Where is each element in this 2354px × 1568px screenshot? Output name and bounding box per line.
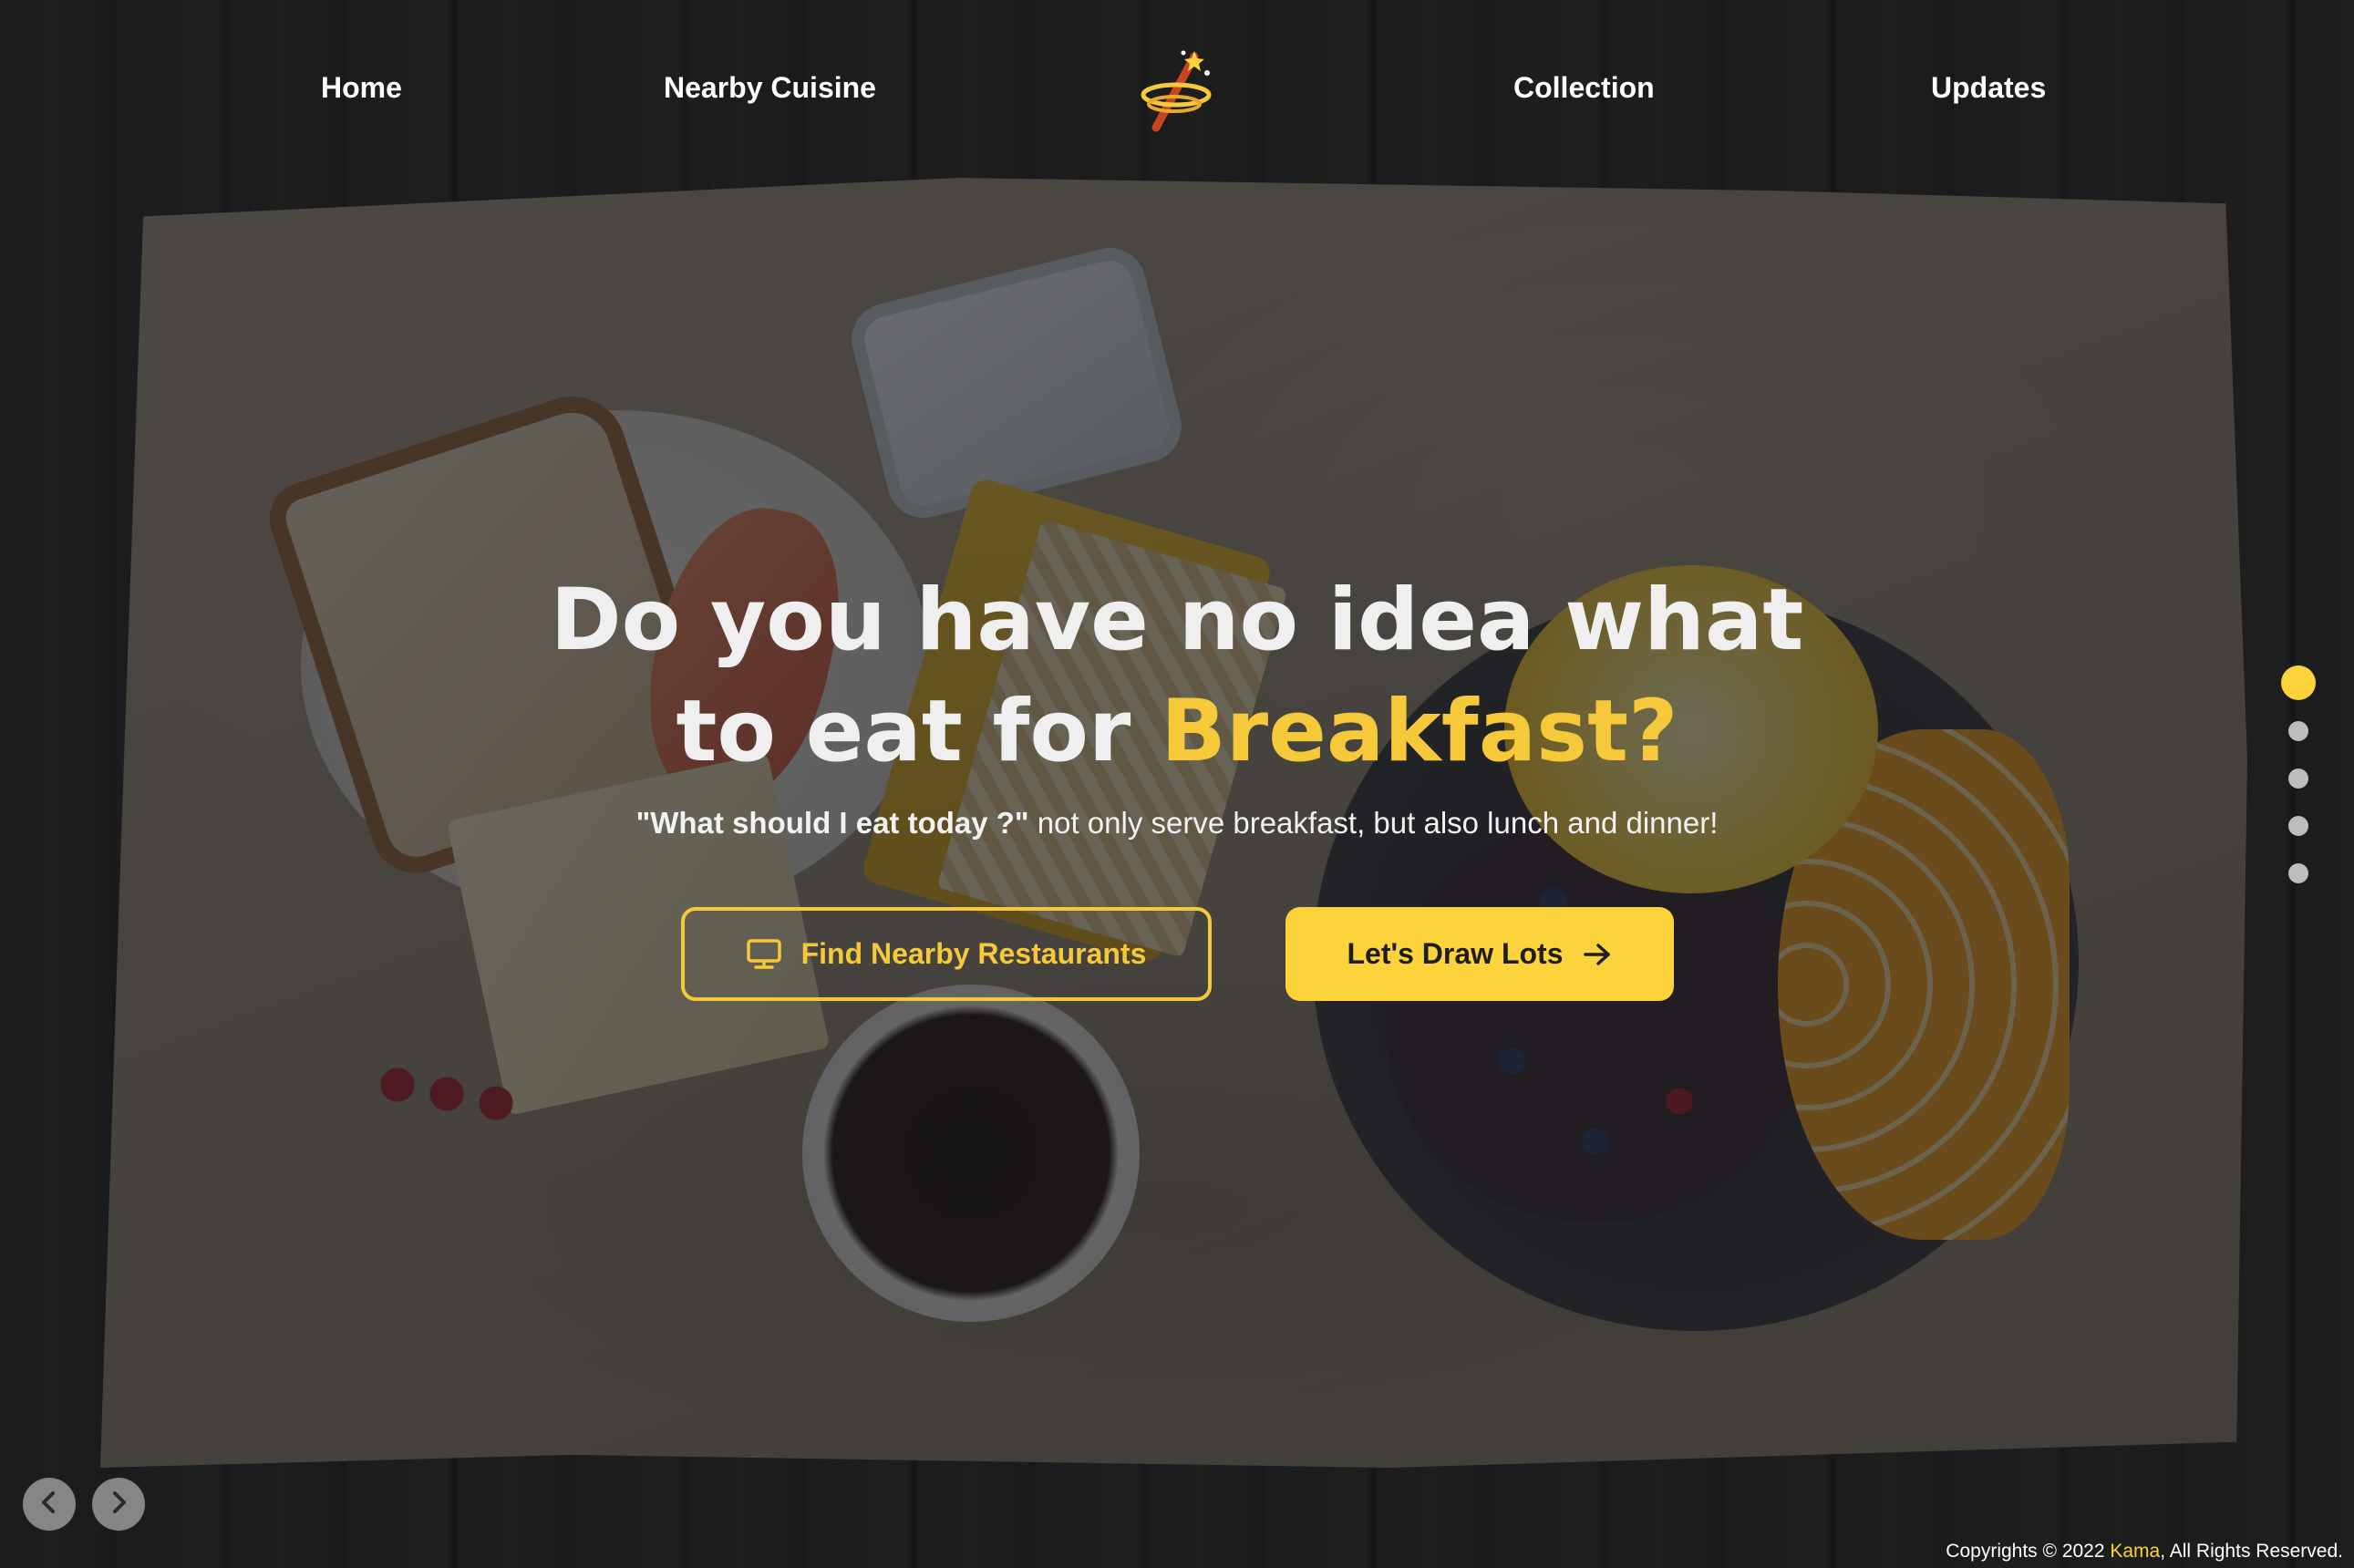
- nav-updates[interactable]: Updates: [1931, 71, 2046, 105]
- pager-dot-2[interactable]: [2288, 721, 2308, 741]
- magic-wand-logo-icon[interactable]: [1138, 47, 1214, 135]
- nav-home[interactable]: Home: [321, 71, 402, 105]
- subtitle-rest: not only serve breakfast, but also lunch…: [1028, 806, 1719, 840]
- pager-dot-1[interactable]: [2281, 665, 2316, 700]
- footer-brand-link[interactable]: Kama: [2110, 1541, 2160, 1562]
- subtitle-quote: "What should I eat today ?": [635, 806, 1029, 840]
- find-nearby-restaurants-button[interactable]: Find Nearby Restaurants: [681, 907, 1212, 1001]
- next-slide-button[interactable]: [92, 1478, 145, 1531]
- hero-headline: Do you have no idea what to eat for Brea…: [0, 565, 2354, 788]
- hero-subtitle: "What should I eat today ?" not only ser…: [0, 806, 2354, 841]
- nav-collection[interactable]: Collection: [1513, 71, 1655, 105]
- footer-suffix: , All Rights Reserved.: [2160, 1541, 2343, 1562]
- arrow-right-icon: [1583, 942, 1612, 967]
- copyright-footer: Copyrights © 2022 Kama, All Rights Reser…: [1946, 1541, 2343, 1563]
- headline-line-1: Do you have no idea what: [550, 571, 1804, 670]
- find-nearby-restaurants-label: Find Nearby Restaurants: [800, 937, 1147, 970]
- pager-dot-5[interactable]: [2288, 863, 2308, 883]
- draw-lots-label: Let's Draw Lots: [1347, 937, 1564, 970]
- chevron-left-icon: [38, 1490, 60, 1519]
- previous-slide-button[interactable]: [23, 1478, 76, 1531]
- nav-nearby-cuisine[interactable]: Nearby Cuisine: [664, 71, 876, 105]
- hero-section: Do you have no idea what to eat for Brea…: [0, 565, 2354, 841]
- headline-line-2-prefix: to eat for: [676, 682, 1162, 781]
- pager-dot-4[interactable]: [2288, 816, 2308, 836]
- footer-prefix: Copyrights © 2022: [1946, 1541, 2111, 1562]
- top-navigation: Home Nearby Cuisine Collection Updates: [0, 0, 2354, 182]
- chevron-right-icon: [108, 1490, 129, 1519]
- pager-dot-3[interactable]: [2288, 769, 2308, 789]
- draw-lots-button[interactable]: Let's Draw Lots: [1285, 907, 1674, 1001]
- headline-accent-word: Breakfast?: [1161, 682, 1678, 781]
- monitor-icon: [746, 938, 781, 970]
